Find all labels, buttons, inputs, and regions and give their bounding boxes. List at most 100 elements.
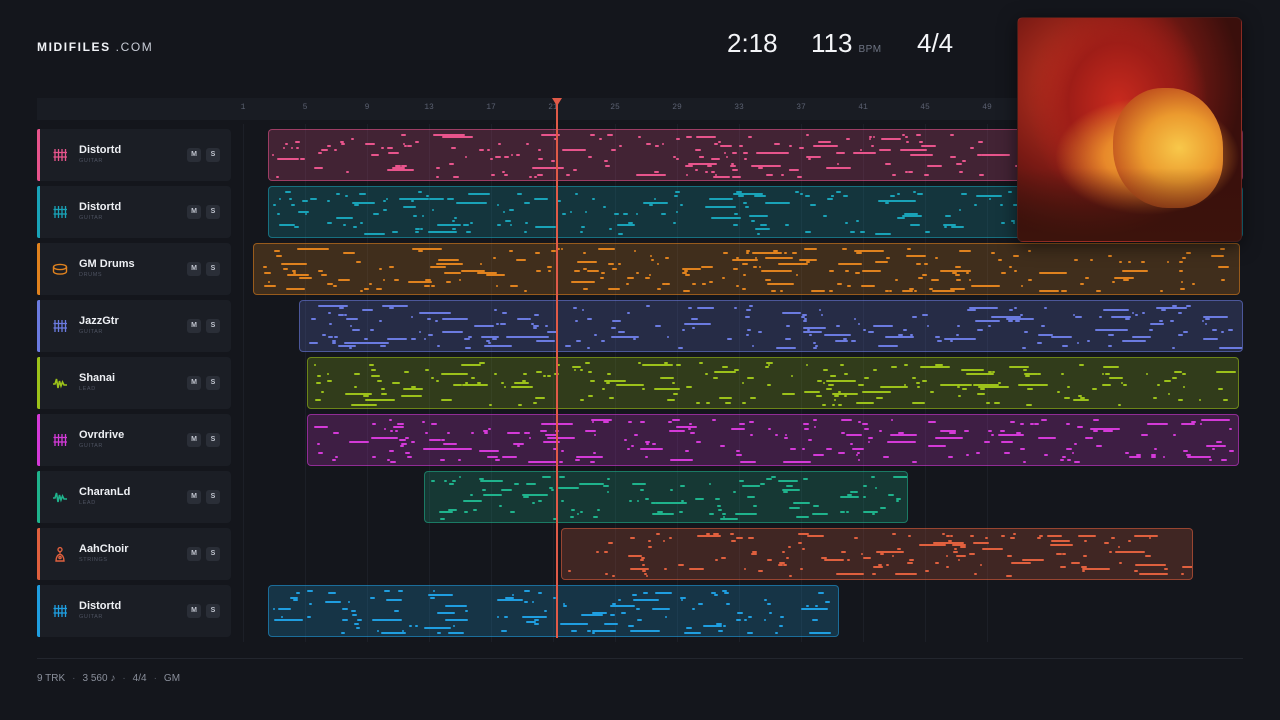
track-header[interactable]: AahChoir STRINGS M S: [37, 528, 231, 580]
mute-button[interactable]: M: [187, 262, 201, 276]
midi-clip[interactable]: [253, 243, 1240, 295]
midi-note: [785, 557, 790, 560]
midi-note: [823, 368, 829, 371]
track-header[interactable]: Ovrdrive GUITAR M S: [37, 414, 231, 466]
midi-note: [975, 195, 1002, 198]
midi-note: [401, 164, 407, 167]
midi-note: [705, 533, 711, 535]
solo-button[interactable]: S: [206, 433, 220, 447]
playhead[interactable]: [556, 104, 558, 638]
solo-button[interactable]: S: [206, 604, 220, 618]
mute-button[interactable]: M: [187, 490, 201, 504]
midi-note: [435, 320, 439, 323]
midi-note: [969, 278, 972, 281]
midi-note: [704, 373, 708, 375]
mute-button[interactable]: M: [187, 547, 201, 561]
mute-button[interactable]: M: [187, 148, 201, 162]
midi-note: [656, 287, 661, 290]
midi-note: [400, 445, 404, 448]
midi-note: [521, 616, 528, 619]
midi-note: [1096, 329, 1128, 332]
track-header[interactable]: Distortd GUITAR M S: [37, 129, 231, 181]
track-color-stripe: [37, 528, 40, 580]
midi-note: [675, 425, 698, 428]
midi-note: [1186, 305, 1192, 307]
midi-note: [881, 199, 896, 202]
midi-note: [679, 596, 687, 599]
midi-note: [752, 265, 758, 268]
midi-note: [837, 572, 865, 575]
mute-button[interactable]: M: [187, 376, 201, 390]
midi-note: [383, 392, 387, 395]
solo-button[interactable]: S: [206, 319, 220, 333]
track-header[interactable]: Shanai LEAD M S: [37, 357, 231, 409]
midi-note: [535, 270, 542, 272]
midi-clip[interactable]: [307, 357, 1239, 409]
mute-button[interactable]: M: [187, 433, 201, 447]
midi-note: [747, 136, 752, 139]
midi-note: [548, 270, 552, 272]
midi-note: [857, 458, 861, 461]
midi-note: [806, 134, 810, 136]
guitar-grid-icon: [52, 147, 68, 163]
midi-note: [732, 193, 764, 196]
midi-note: [1024, 331, 1028, 334]
solo-button[interactable]: S: [206, 205, 220, 219]
midi-note: [862, 511, 879, 514]
track-color-stripe: [37, 300, 40, 352]
mute-button[interactable]: M: [187, 205, 201, 219]
solo-button[interactable]: S: [206, 490, 220, 504]
track-header[interactable]: CharanLd LEAD M S: [37, 471, 231, 523]
midi-note: [337, 278, 351, 281]
midi-note: [752, 550, 758, 553]
midi-note: [999, 204, 1004, 207]
mute-button[interactable]: M: [187, 319, 201, 333]
track-name: Distortd: [79, 144, 122, 156]
track-header[interactable]: Distortd GUITAR M S: [37, 585, 231, 637]
track-header[interactable]: GM Drums DRUMS M S: [37, 243, 231, 295]
midi-clip[interactable]: [307, 414, 1239, 466]
midi-note: [442, 443, 458, 446]
midi-note: [1134, 535, 1158, 538]
midi-note: [302, 199, 309, 202]
midi-note: [274, 250, 281, 253]
midi-note: [1000, 430, 1005, 432]
mute-button[interactable]: M: [187, 604, 201, 618]
playhead-marker-icon[interactable]: [551, 98, 562, 106]
midi-clip[interactable]: [268, 585, 839, 637]
midi-note: [431, 423, 437, 426]
track-header[interactable]: JazzGtr GUITAR M S: [37, 300, 231, 352]
midi-note: [285, 191, 291, 193]
midi-note: [335, 193, 340, 196]
midi-clip[interactable]: [561, 528, 1193, 580]
track-header[interactable]: Distortd GUITAR M S: [37, 186, 231, 238]
midi-clip[interactable]: [299, 300, 1243, 352]
midi-note: [1127, 539, 1131, 542]
midi-note: [679, 511, 683, 514]
midi-note: [976, 452, 980, 454]
midi-note: [533, 313, 539, 316]
midi-note: [1118, 546, 1121, 549]
midi-note: [706, 164, 713, 167]
midi-note: [534, 252, 540, 255]
solo-button[interactable]: S: [206, 376, 220, 390]
solo-button[interactable]: S: [206, 547, 220, 561]
midi-note: [541, 476, 551, 478]
midi-note: [854, 250, 884, 253]
midi-note: [378, 267, 382, 270]
midi-note: [1061, 344, 1068, 347]
midi-note: [742, 151, 749, 154]
midi-note: [663, 568, 668, 571]
midi-clip[interactable]: [424, 471, 908, 523]
midi-note: [389, 307, 394, 310]
midi-note: [594, 333, 598, 336]
midi-note: [845, 138, 851, 141]
midi-note: [783, 491, 788, 494]
solo-button[interactable]: S: [206, 262, 220, 276]
midi-note: [1148, 537, 1151, 540]
solo-button[interactable]: S: [206, 148, 220, 162]
midi-note: [326, 373, 329, 375]
midi-note: [583, 252, 587, 255]
midi-note: [623, 438, 628, 441]
midi-note: [308, 603, 313, 606]
